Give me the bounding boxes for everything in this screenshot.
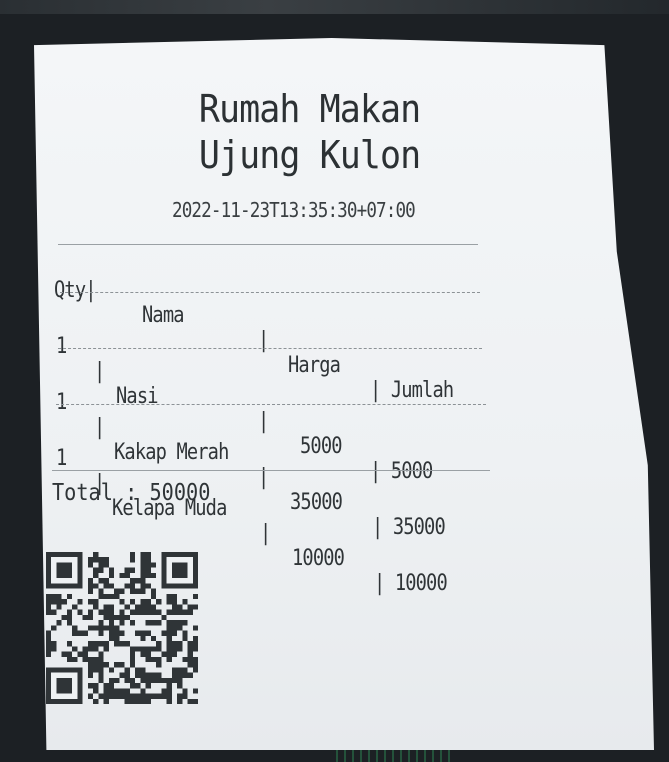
item-separator: | — [258, 465, 269, 490]
item-name: Kakap Merah — [114, 440, 229, 465]
item-qty: 1 — [56, 390, 67, 415]
item-amount: | 5000 — [370, 459, 433, 484]
item-qty: 1 — [56, 334, 67, 359]
header-separator: | — [258, 328, 269, 353]
item-price: 10000 — [292, 546, 345, 571]
header-qty: Qty| — [54, 278, 96, 303]
store-name-line-1: Rumah Makan — [198, 87, 421, 131]
store-name-line-2: Ujung Kulon — [198, 133, 421, 177]
item-price: 5000 — [300, 434, 342, 459]
item-name: Nasi — [116, 384, 158, 409]
row-divider — [58, 348, 482, 349]
item-separator: | — [94, 415, 105, 440]
item-separator: | — [258, 409, 269, 434]
header-top-rule — [58, 244, 478, 245]
background-edge — [0, 0, 669, 14]
header-amount: | Jumlah — [370, 378, 454, 403]
receipt-timestamp: 2022-11-23T13:35:30+07:00 — [172, 198, 416, 222]
header-divider — [60, 292, 480, 293]
receipt-total: Total : 50000 — [52, 480, 211, 506]
item-price: 35000 — [290, 490, 343, 515]
row-divider — [56, 404, 486, 405]
qr-code-icon — [46, 552, 198, 704]
total-rule — [52, 470, 490, 471]
store-name: Rumah Makan Ujung Kulon — [190, 86, 429, 178]
item-qty: 1 — [56, 446, 67, 471]
item-separator: | — [94, 359, 105, 384]
item-amount: | 35000 — [372, 515, 446, 540]
photo-background: { "receipt": { "store_name_line1": "Ruma… — [0, 0, 669, 762]
header-price: Harga — [288, 353, 341, 378]
item-separator: | — [260, 521, 271, 546]
item-amount: | 10000 — [374, 571, 448, 596]
header-name: Nama — [142, 303, 184, 328]
